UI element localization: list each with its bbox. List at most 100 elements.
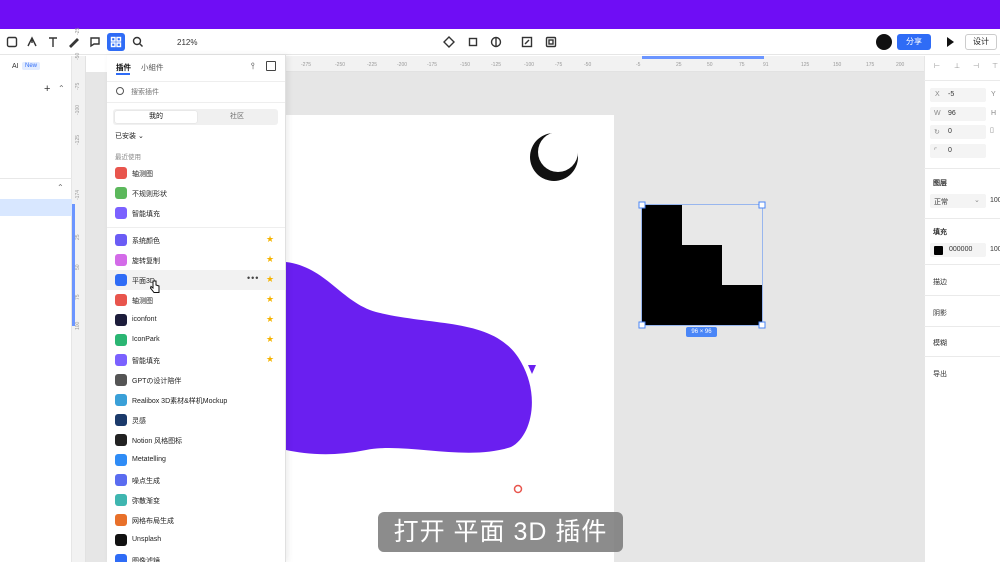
favorite-star-icon[interactable]: ★: [266, 234, 274, 245]
zoom-level[interactable]: 212%: [177, 38, 197, 47]
blur-section-title[interactable]: 模糊: [933, 338, 947, 348]
plugin-list-item[interactable]: 平面3D ••• ★: [107, 270, 285, 290]
ruler-tick-label: -175: [427, 62, 438, 68]
fill-opacity-value[interactable]: 100: [990, 246, 1000, 253]
steps-empty-area: [722, 245, 762, 285]
component-icon[interactable]: [442, 35, 456, 49]
plugin-list-item[interactable]: 系统颜色 ★: [107, 230, 285, 250]
play-icon[interactable]: [947, 37, 954, 47]
plugin-name: 弥散渐变: [132, 498, 160, 505]
blend-mode-value: 正常: [934, 199, 948, 206]
mask-icon[interactable]: [489, 35, 503, 49]
share-button[interactable]: 分享: [897, 34, 931, 50]
sliders-icon[interactable]: ⫯: [251, 61, 255, 72]
layer-opacity-value[interactable]: 100: [990, 197, 1000, 204]
small-circle-marker: [513, 484, 523, 494]
collapse-layers-icon[interactable]: ⌃: [57, 183, 64, 192]
boolean-icon[interactable]: [544, 35, 558, 49]
divider: [107, 227, 285, 228]
search-tool-icon[interactable]: [131, 35, 145, 49]
installed-filter-dropdown[interactable]: 已安装 ⌄: [115, 131, 144, 141]
more-options-icon[interactable]: •••: [247, 273, 259, 283]
add-page-icon[interactable]: +: [44, 83, 50, 95]
plugin-list-item[interactable]: IconPark ★: [107, 330, 285, 350]
fill-hex-value[interactable]: 000000: [949, 246, 972, 253]
plugin-list-item[interactable]: 不规则形状: [107, 183, 285, 203]
selected-layer-row[interactable]: [0, 199, 72, 216]
plugin-list-item[interactable]: 弥散渐变: [107, 490, 285, 510]
favorite-star-icon[interactable]: ★: [266, 254, 274, 265]
plugin-list-item[interactable]: 智能填充: [107, 203, 285, 223]
selection-handle: [758, 321, 766, 329]
plugin-icon: [115, 474, 127, 486]
toolbar: 212% 分享 设计: [0, 29, 1000, 55]
divider: [924, 356, 1000, 357]
ai-tab[interactable]: AI: [12, 63, 19, 70]
export-section-title[interactable]: 导出: [933, 369, 947, 379]
divider: [924, 295, 1000, 296]
plugin-icon: [115, 187, 127, 199]
tab-plugins[interactable]: 插件: [116, 62, 131, 73]
favorite-star-icon[interactable]: ★: [266, 294, 274, 305]
segment-mine[interactable]: 我的: [115, 111, 197, 123]
plugin-list-item[interactable]: 噪点生成: [107, 470, 285, 490]
align-top-icon[interactable]: ⊤: [992, 62, 998, 70]
shadow-section-title[interactable]: 阴影: [933, 308, 947, 318]
radius-value[interactable]: 0: [948, 147, 952, 154]
ruler-tick-label: 150: [833, 62, 842, 68]
segment-community[interactable]: 社区: [197, 111, 277, 123]
plugins-tool-icon[interactable]: [107, 33, 125, 51]
independent-corners-icon[interactable]: ▯: [990, 126, 994, 134]
selection-handle: [638, 321, 646, 329]
canvas-shapes[interactable]: [286, 72, 924, 562]
plugin-list-item[interactable]: 网格布局生成: [107, 510, 285, 530]
align-center-icon[interactable]: ⊥: [954, 62, 960, 70]
align-left-icon[interactable]: ⊢: [934, 62, 940, 70]
w-value[interactable]: 96: [948, 110, 956, 117]
avatar[interactable]: [876, 34, 892, 50]
align-right-icon[interactable]: ⊣: [973, 62, 979, 70]
ruler-tick-label: -50: [584, 62, 592, 68]
plugin-list-item[interactable]: GPTの设计陪伴: [107, 370, 285, 390]
favorite-star-icon[interactable]: ★: [266, 354, 274, 365]
ruler-tick-label: 50: [75, 264, 81, 270]
rotation-value[interactable]: 0: [948, 128, 952, 135]
plugin-list-item[interactable]: Realibox 3D素材&样机Mockup: [107, 390, 285, 410]
favorite-star-icon[interactable]: ★: [266, 314, 274, 325]
favorite-star-icon[interactable]: ★: [266, 274, 274, 285]
ruler-selection-marker: [642, 56, 764, 59]
design-mode-button[interactable]: 设计: [965, 34, 997, 50]
selection-handle: [638, 201, 646, 209]
plugin-list-item[interactable]: Unsplash: [107, 530, 285, 550]
radius-field[interactable]: [930, 144, 986, 158]
tab-widgets[interactable]: 小組件: [141, 62, 164, 73]
open-external-icon[interactable]: [266, 61, 276, 71]
plugin-name: 图像滤镜: [132, 558, 160, 562]
favorite-star-icon[interactable]: ★: [266, 334, 274, 345]
frame-tool-icon[interactable]: [5, 35, 19, 49]
edit-icon[interactable]: [520, 35, 534, 49]
stroke-section-title[interactable]: 描边: [933, 277, 947, 287]
selection-handle: [758, 201, 766, 209]
frame-crop-icon[interactable]: [466, 35, 480, 49]
plugin-list-item[interactable]: 轴测图 ★: [107, 290, 285, 310]
collapse-pages-icon[interactable]: ⌃: [58, 84, 65, 93]
plugin-list-item[interactable]: 图像滤镜: [107, 550, 285, 562]
text-tool-icon[interactable]: [46, 35, 60, 49]
pen-tool-icon[interactable]: [25, 35, 39, 49]
plugin-list-item[interactable]: Metatelling: [107, 450, 285, 470]
fill-swatch[interactable]: [934, 246, 943, 255]
comment-tool-icon[interactable]: [88, 35, 102, 49]
plugin-icon: [115, 294, 127, 306]
plugin-list-item[interactable]: 轴测图: [107, 163, 285, 183]
plugin-list-item[interactable]: Notion 风格图标: [107, 430, 285, 450]
x-value[interactable]: -5: [948, 91, 954, 98]
plugin-search-input[interactable]: [131, 84, 271, 100]
plugin-list-item[interactable]: 旋转复制 ★: [107, 250, 285, 270]
plugin-list-item[interactable]: iconfont ★: [107, 310, 285, 330]
pencil-tool-icon[interactable]: [67, 35, 81, 49]
ruler-tick-label: 91: [763, 62, 769, 68]
plugin-list-item[interactable]: 灵感: [107, 410, 285, 430]
plugin-list-item[interactable]: 智能填充 ★: [107, 350, 285, 370]
plugin-icon: [115, 207, 127, 219]
